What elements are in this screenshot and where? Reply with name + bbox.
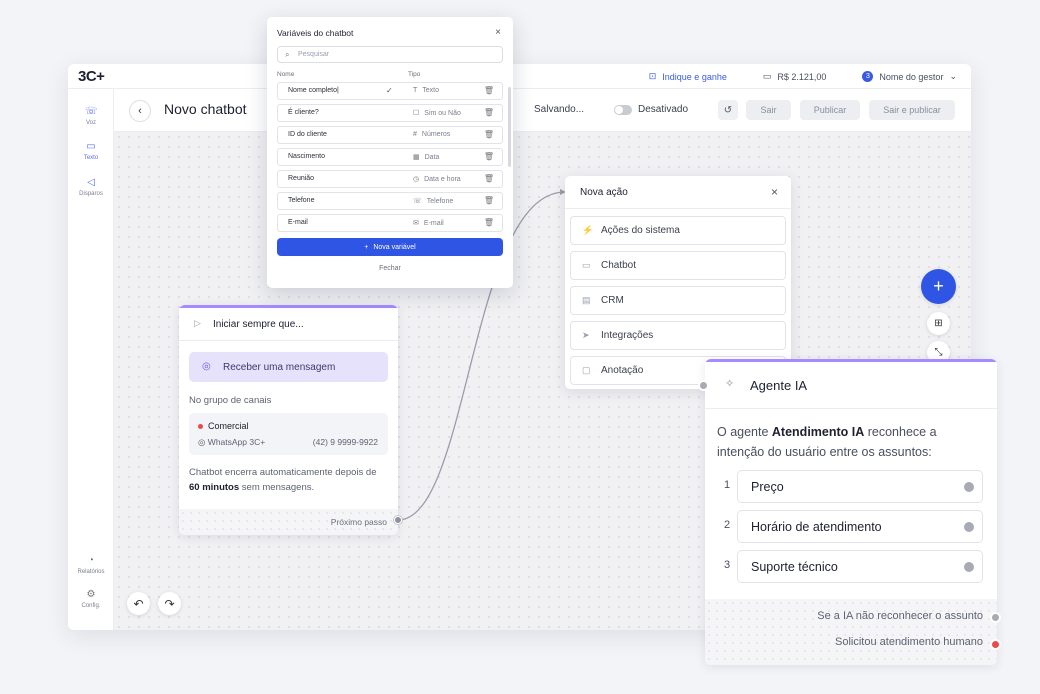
variable-row[interactable]: Nascimento ▦ Data 🗑 (277, 148, 503, 166)
search-icon: ⌕ (285, 50, 290, 59)
variable-row[interactable]: Telefone ☏ Telefone 🗑 (277, 192, 503, 210)
column-name: Nome (277, 71, 295, 78)
divider (705, 408, 997, 409)
mail-icon: ✉ (413, 220, 419, 227)
trigger-event[interactable]: ◎ Receber uma mensagem (189, 352, 388, 382)
plus-icon: + (364, 243, 369, 251)
trash-icon[interactable]: 🗑 (484, 196, 494, 205)
calendar-icon: ▦ (413, 154, 420, 161)
boolean-type-icon: ☐ (413, 110, 420, 117)
trash-icon[interactable]: 🗑 (484, 108, 494, 117)
status-dot (198, 424, 203, 429)
card-accent-line (705, 359, 997, 362)
trash-icon[interactable]: 🗑 (484, 174, 494, 183)
new-action-panel: Nova ação × ⚡ Ações do sistema ▭ Chatbot… (565, 176, 791, 389)
intent-option[interactable]: Preço (737, 470, 983, 503)
next-step-label: Próximo passo (330, 517, 387, 527)
trigger-title: Iniciar sempre que... (213, 319, 304, 330)
channel-name: Comercial (208, 421, 249, 431)
channel-phone: (42) 9 9999-9922 (312, 437, 378, 447)
human-label: Solicitou atendimento humano (835, 636, 983, 648)
close-icon[interactable]: × (771, 185, 778, 199)
variable-row[interactable]: E-mail ✉ E-mail 🗑 (277, 214, 503, 232)
option-port[interactable] (964, 522, 974, 532)
calendar-clock-icon: ◷ (413, 176, 420, 183)
agent-description: O agente Atendimento IA reconhece a inte… (717, 425, 937, 459)
agent-ia-node[interactable]: ✧ Agente IA O agente Atendimento IA reco… (705, 359, 997, 665)
panel-title: Nova ação (580, 187, 628, 198)
option-number: 1 (723, 479, 731, 491)
divider (179, 340, 398, 341)
crm-icon: ▤ (582, 295, 591, 305)
whatsapp-icon: ◎ (198, 437, 206, 447)
scrollbar[interactable] (508, 87, 511, 167)
variables-modal: Variáveis do chatbot × ⌕ Pesquisar Nome … (267, 17, 513, 288)
fallback-label: Se a IA não reconhecer o assunto (817, 610, 983, 622)
channel-type: ◎ WhatsApp 3C+ (198, 437, 266, 447)
text-type-icon: T (413, 87, 418, 94)
timeout-note: Chatbot encerra automaticamente depois d… (189, 467, 377, 493)
group-label: No grupo de canais (189, 395, 272, 406)
new-variable-button[interactable]: + Nova variável (277, 238, 503, 256)
option-port[interactable] (964, 562, 974, 572)
phone-icon: ☏ (413, 198, 422, 205)
trash-icon[interactable]: 🗑 (484, 86, 494, 95)
variable-row[interactable]: É cliente? ☐ Sim ou Não 🗑 (277, 104, 503, 122)
play-icon: ▷ (194, 318, 201, 328)
trigger-node[interactable]: ▷ Iniciar sempre que... ◎ Receber uma me… (179, 305, 398, 535)
trash-icon[interactable]: 🗑 (484, 130, 494, 139)
fallback-port[interactable] (990, 612, 1001, 623)
trash-icon[interactable]: 🗑 (484, 218, 494, 227)
option-number: 3 (723, 559, 731, 571)
channel-box: Comercial ◎ WhatsApp 3C+ (42) 9 9999-992… (189, 413, 388, 455)
bot-icon: ▭ (582, 260, 591, 270)
trigger-footer: Próximo passo (179, 509, 398, 535)
agent-title: Agente IA (750, 378, 808, 393)
close-icon[interactable]: × (495, 27, 501, 38)
human-port[interactable] (990, 639, 1001, 650)
agent-input-port[interactable] (698, 380, 709, 391)
modal-title: Variáveis do chatbot (277, 28, 354, 38)
send-icon: ➤ (582, 330, 590, 340)
action-item-system[interactable]: ⚡ Ações do sistema (570, 216, 786, 245)
bolt-icon: ⚡ (582, 225, 594, 235)
agent-footer: Se a IA não reconhecer o assunto Solicit… (705, 599, 997, 665)
close-link[interactable]: Fechar (267, 265, 513, 272)
intent-option[interactable]: Suporte técnico (737, 550, 983, 583)
next-step-port[interactable] (394, 516, 402, 524)
variable-row[interactable]: Nome completo| ✓ T Texto 🗑 (277, 82, 503, 100)
number-type-icon: # (413, 131, 417, 138)
variable-row[interactable]: Reunião ◷ Data e hora 🗑 (277, 170, 503, 188)
search-input[interactable]: ⌕ Pesquisar (277, 46, 503, 63)
check-icon[interactable]: ✓ (386, 86, 393, 95)
variable-row[interactable]: ID do cliente # Números 🗑 (277, 126, 503, 144)
action-item-integrations[interactable]: ➤ Integrações (570, 321, 786, 350)
action-item-crm[interactable]: ▤ CRM (570, 286, 786, 315)
option-number: 2 (723, 519, 731, 531)
note-icon: ▢ (582, 365, 591, 375)
divider (565, 208, 791, 209)
message-icon: ◎ (202, 361, 211, 372)
option-port[interactable] (964, 482, 974, 492)
column-type: Tipo (408, 71, 421, 78)
action-item-chatbot[interactable]: ▭ Chatbot (570, 251, 786, 280)
sparkles-icon: ✧ (725, 378, 735, 390)
intent-option[interactable]: Horário de atendimento (737, 510, 983, 543)
trash-icon[interactable]: 🗑 (484, 152, 494, 161)
card-accent-line (179, 305, 398, 308)
